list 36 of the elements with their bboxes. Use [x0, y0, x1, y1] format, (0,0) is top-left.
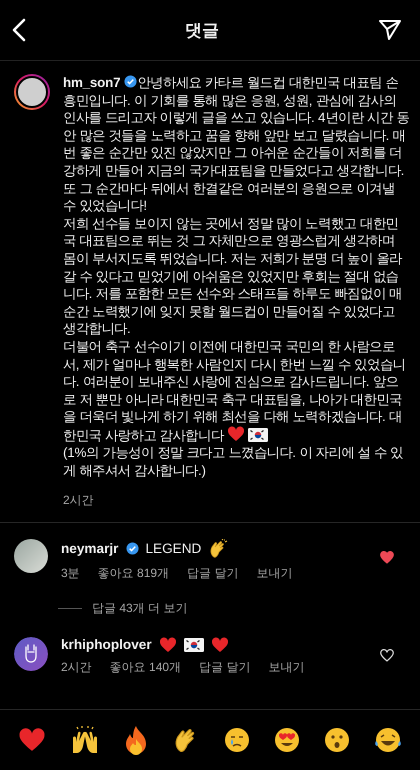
avatar[interactable] — [14, 74, 50, 110]
reply-link[interactable]: 답글 달기 — [187, 564, 238, 582]
flag-icon — [184, 638, 204, 652]
avatar[interactable] — [14, 636, 48, 671]
reply-link[interactable]: 답글 달기 — [199, 658, 250, 676]
heart-eyes-face-icon[interactable] — [274, 727, 300, 753]
heart-emoji-icon — [210, 636, 229, 653]
heart-emoji-icon — [158, 636, 177, 653]
back-icon[interactable] — [12, 18, 26, 42]
page-title: 댓글 — [185, 20, 219, 42]
likes-link[interactable]: 좋아요 819개 — [98, 564, 170, 582]
send-link[interactable]: 보내기 — [268, 658, 304, 676]
username-link[interactable]: hm_son7 — [63, 75, 120, 90]
avatar[interactable] — [14, 538, 48, 573]
send-icon[interactable] — [378, 19, 402, 41]
timestamp: 2시간 — [61, 658, 92, 676]
username-link[interactable]: krhiphoplover — [61, 637, 152, 652]
crying-face-icon[interactable] — [224, 727, 250, 753]
view-replies-link[interactable]: 답글 43개 더 보기 — [92, 600, 188, 617]
fire-icon[interactable] — [124, 725, 148, 755]
heart-emoji-icon — [226, 426, 245, 442]
comment-text: hm_son7 안녕하세요 카타르 월드컵 대한민국 대표팀 손흥민입니다. 이 기회를 통해 많은 응원, 성원, 관심에 감사의 인사를 드리고자 이렇게 글을 쓰고 있습니다. 4년이란 시간 동안 많은 것들을 노력하고 꿈을 향해 앞만 보고 달렸습니다. 매번 좋은 순간만 있진 않았지만 그 아쉬운 순간들이 저희를 더 강하게 만들어 지금의 국가대표팀을 만들었다고 생각합니다. 또 그 순간마다 뒤에서 한결같은 여러분의 응원으로 이겨낼 수 있었습니다! — [63, 74, 410, 215]
comment-text: 저희 선수들 보이지 않는 곳에서 정말 많이 노력했고 대한민국 대표팀으로 뛰는 것 그 자체만으로 영광스럽게 생각하며 몸이 부서지도록 뛰었습니다. 저는 저희가 분명 더 높이 올라갈 수 있다고 믿었기에 아쉬움은 있었지만 후회는 절대 없습니다. 저를 포함한 모든 선수와 스태프들 하루도 빠짐없이 매 순간 노력했기에 잊지 못할 월드컵이 만들어질 수 있었다고 생각합니다. — [63, 214, 404, 338]
raised-hands-icon[interactable] — [70, 726, 100, 754]
heart-emoji-icon[interactable] — [18, 727, 46, 753]
comment-text: 더불어 축구 선수이기 이전에 대한민국 국민의 한 사람으로서, 제가 얼마나 행복한 사람인지 다시 한번 느낄 수 있었습니다. 여러분이 보내주신 사랑에 진심으로 감사드립니다. 앞으로 저 뿐만 아니라 대한민국 축구 대표팀을, 나아가 대한민국을 더욱더 빛나게 하기 위해 최선을 다해 노력하겠습니다. 대한민국 사랑하고 감사합니다 — [63, 338, 406, 444]
username-link[interactable]: neymarjr — [61, 541, 118, 556]
flag-icon — [248, 428, 268, 442]
comment-text: LEGEND — [145, 541, 202, 556]
timestamp: 3분 — [61, 564, 80, 582]
surprised-face-icon[interactable] — [324, 727, 350, 753]
timestamp: 2시간 — [63, 492, 94, 509]
likes-link[interactable]: 좋아요 140개 — [110, 658, 182, 676]
laughing-face-icon[interactable] — [374, 727, 402, 753]
comment-text: (1%의 가능성이 정말 크다고 느꼈습니다. 이 자리에 설 수 있게 해주셔서 감사합니다.) — [63, 444, 404, 480]
send-link[interactable]: 보내기 — [256, 564, 292, 582]
